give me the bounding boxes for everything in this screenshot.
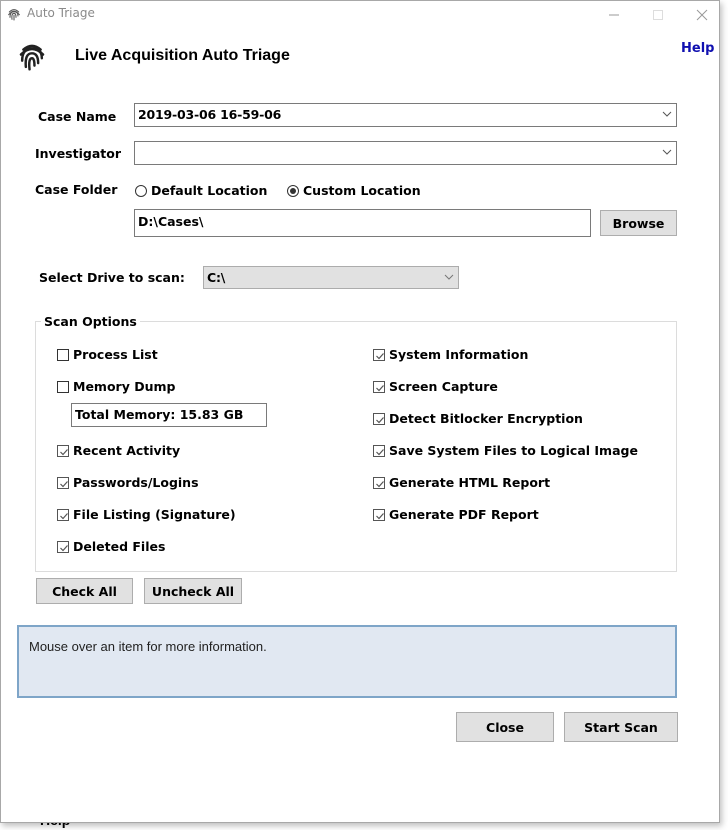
scan-option-label: System Information (389, 347, 529, 362)
checkbox-checked-icon (373, 508, 385, 521)
minimize-icon (609, 14, 619, 16)
close-window-button[interactable] (679, 1, 725, 29)
checkbox-unchecked-icon (57, 348, 69, 361)
chevron-down-icon (662, 111, 672, 117)
investigator-label: Investigator (35, 146, 121, 161)
checkbox-checked-icon (373, 412, 385, 425)
case-name-value: 2019-03-06 16-59-06 (138, 107, 282, 122)
case-folder-path-input[interactable]: D:\Cases\ (134, 209, 591, 237)
scan-option-checkbox[interactable]: Memory Dump (57, 379, 175, 394)
fingerprint-icon (19, 44, 45, 71)
case-name-label: Case Name (38, 109, 117, 124)
check-all-button[interactable]: Check All (36, 578, 133, 604)
maximize-icon (653, 10, 663, 20)
default-location-label: Default Location (151, 183, 268, 198)
checkbox-checked-icon (373, 444, 385, 457)
scan-option-checkbox[interactable]: Detect Bitlocker Encryption (373, 411, 583, 426)
checkbox-unchecked-icon (57, 380, 69, 393)
checkbox-checked-icon (57, 508, 69, 521)
radio-circle (135, 184, 147, 197)
checkbox-checked-icon (373, 348, 385, 361)
help-link[interactable]: Help (681, 41, 714, 56)
case-name-combo[interactable]: 2019-03-06 16-59-06 (134, 103, 677, 127)
scan-options-title: Scan Options (41, 314, 140, 329)
scan-option-checkbox[interactable]: Screen Capture (373, 379, 498, 394)
checkbox-checked-icon (373, 476, 385, 489)
scan-option-label: Generate HTML Report (389, 475, 551, 490)
page-title: Live Acquisition Auto Triage (75, 47, 290, 64)
checkbox-checked-icon (57, 540, 69, 553)
uncheck-all-button[interactable]: Uncheck All (144, 578, 242, 604)
close-button[interactable]: Close (456, 712, 554, 742)
custom-location-radio[interactable]: Custom Location (287, 183, 421, 198)
scan-option-checkbox[interactable]: Save System Files to Logical Image (373, 443, 638, 458)
case-folder-path-value: D:\Cases\ (138, 214, 204, 229)
fingerprint-icon (8, 9, 20, 21)
scan-option-label: Passwords/Logins (73, 475, 199, 490)
scan-option-label: Generate PDF Report (389, 507, 539, 522)
default-location-radio[interactable]: Default Location (135, 183, 267, 198)
scan-option-checkbox[interactable]: File Listing (Signature) (57, 507, 236, 522)
auto-triage-dialog: Auto Triage Live Acquisition Auto Triage… (0, 0, 720, 823)
chevron-down-icon (662, 149, 672, 155)
start-scan-button[interactable]: Start Scan (564, 712, 678, 742)
drive-select[interactable]: C:\ (203, 266, 459, 289)
close-icon (696, 9, 708, 21)
scan-option-label: Memory Dump (73, 379, 176, 394)
scan-option-label: Detect Bitlocker Encryption (389, 411, 583, 426)
drive-value: C:\ (207, 270, 226, 285)
checkbox-checked-icon (373, 380, 385, 393)
scan-option-label: Save System Files to Logical Image (389, 443, 638, 458)
maximize-button[interactable] (635, 1, 681, 29)
info-text: Mouse over an item for more information. (29, 639, 267, 654)
select-drive-label: Select Drive to scan: (39, 270, 185, 285)
scan-option-checkbox[interactable]: Recent Activity (57, 443, 180, 458)
minimize-button[interactable] (591, 1, 637, 29)
scan-option-checkbox[interactable]: System Information (373, 347, 528, 362)
title-bar[interactable]: Auto Triage (1, 1, 719, 29)
scan-option-checkbox[interactable]: Generate HTML Report (373, 475, 550, 490)
custom-location-label: Custom Location (303, 183, 421, 198)
investigator-combo[interactable] (134, 141, 677, 165)
total-memory-value: Total Memory: 15.83 GB (75, 407, 244, 422)
chevron-down-icon (444, 274, 454, 280)
browse-button[interactable]: Browse (600, 210, 677, 236)
info-panel: Mouse over an item for more information. (17, 625, 677, 698)
total-memory-field: Total Memory: 15.83 GB (71, 403, 267, 427)
checkbox-checked-icon (57, 476, 69, 489)
checkbox-checked-icon (57, 444, 69, 457)
scan-option-checkbox[interactable]: Deleted Files (57, 539, 165, 554)
scan-option-label: Deleted Files (73, 539, 166, 554)
scan-option-checkbox[interactable]: Generate PDF Report (373, 507, 539, 522)
window-title: Auto Triage (27, 6, 95, 20)
scan-option-label: Screen Capture (389, 379, 498, 394)
scan-option-checkbox[interactable]: Passwords/Logins (57, 475, 199, 490)
scan-option-checkbox[interactable]: Process List (57, 347, 158, 362)
scan-option-label: Process List (73, 347, 158, 362)
case-folder-label: Case Folder (35, 182, 118, 197)
scan-option-label: Recent Activity (73, 443, 181, 458)
radio-circle-selected (287, 184, 299, 197)
scan-option-label: File Listing (Signature) (73, 507, 236, 522)
